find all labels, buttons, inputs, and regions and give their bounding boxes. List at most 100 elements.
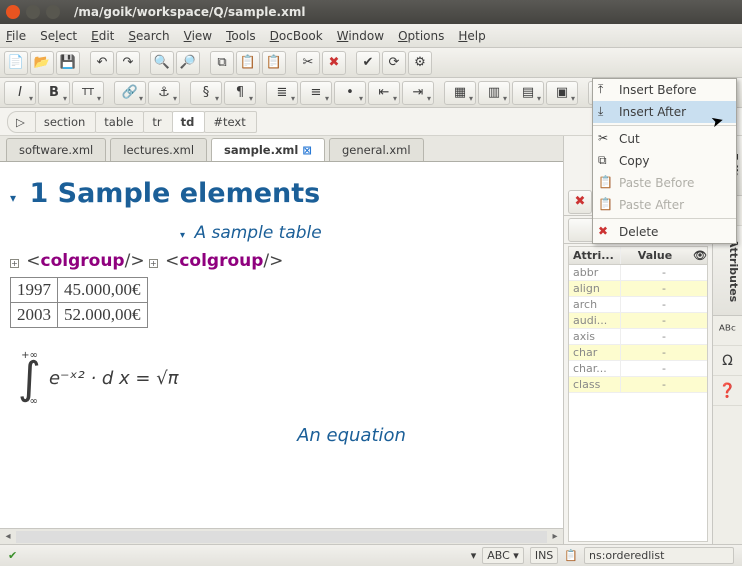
status-abc[interactable]: ABC ▾ [482, 547, 524, 564]
crumb-text[interactable]: #text [204, 111, 256, 133]
table-cell-icon[interactable]: ▣ [546, 81, 578, 105]
tabbar: software.xml lectures.xml sample.xml⊠ ge… [0, 136, 563, 162]
new-file-icon[interactable]: 📄 [4, 51, 28, 75]
bold-button[interactable]: B [38, 81, 70, 105]
crumb-table[interactable]: table [95, 111, 144, 133]
status-ins[interactable]: INS [530, 547, 558, 564]
attr-row[interactable]: arch- [569, 297, 707, 313]
para-icon[interactable]: ¶ [224, 81, 256, 105]
outdent-icon[interactable]: ⇤ [368, 81, 400, 105]
ctx-delete[interactable]: ✖Delete [593, 221, 736, 243]
paste-icon[interactable]: 📋 [236, 51, 260, 75]
crumb-section[interactable]: section [35, 111, 96, 133]
menu-select[interactable]: Select [40, 29, 77, 43]
eye-icon[interactable]: 👁 [689, 247, 707, 264]
menu-options[interactable]: Options [398, 29, 444, 43]
menu-docbook[interactable]: DocBook [270, 29, 323, 43]
search-replace-icon[interactable]: 🔎 [176, 51, 200, 75]
tab-lectures[interactable]: lectures.xml [110, 138, 207, 161]
section-icon[interactable]: § [190, 81, 222, 105]
ctx-paste-after: 📋Paste After [593, 194, 736, 216]
remove-attr-icon[interactable]: ✖ [568, 190, 592, 214]
refresh-icon[interactable]: ⟳ [382, 51, 406, 75]
open-folder-icon[interactable]: 📂 [30, 51, 54, 75]
document-view[interactable]: ▾ 1 Sample elements ▾ A sample table + <… [0, 162, 563, 528]
attr-row[interactable]: char- [569, 345, 707, 361]
undo-icon[interactable]: ↶ [90, 51, 114, 75]
expand-icon[interactable]: + [149, 259, 158, 268]
collapse-icon[interactable]: ▾ [180, 230, 185, 241]
breadcrumb-root-icon[interactable]: ▷ [7, 111, 36, 133]
side-omega-icon[interactable]: Ω [713, 346, 742, 376]
status-ns[interactable]: ns:orderedlist [584, 547, 734, 564]
menu-edit[interactable]: Edit [91, 29, 114, 43]
paste-special-icon[interactable]: 📋 [262, 51, 286, 75]
table-row: 199745.000,00€ [11, 278, 148, 303]
status-ok-icon: ✔ [8, 549, 17, 562]
attr-row[interactable]: align- [569, 281, 707, 297]
cut-element-icon[interactable]: ✂ [296, 51, 320, 75]
menu-view[interactable]: View [184, 29, 212, 43]
tab-close-icon[interactable]: ⊠ [302, 143, 312, 157]
attr-row[interactable]: char...- [569, 361, 707, 377]
ctx-sep-2 [593, 218, 736, 219]
indent-icon[interactable]: ⇥ [402, 81, 434, 105]
sample-table[interactable]: 199745.000,00€ 200352.000,00€ [10, 277, 148, 328]
validate-icon[interactable]: ✔ [356, 51, 380, 75]
h-scrollbar[interactable]: ◂ ▸ [0, 528, 563, 544]
copy-icon[interactable]: ⧉ [210, 51, 234, 75]
attr-row[interactable]: class- [569, 377, 707, 393]
ctx-insert-before[interactable]: ⤒Insert Before [593, 79, 736, 101]
transform-icon[interactable]: ⚙ [408, 51, 432, 75]
menu-search[interactable]: Search [128, 29, 169, 43]
table-row: 200352.000,00€ [11, 303, 148, 328]
attribute-table: Attri... Value 👁 abbr-align-arch-audi...… [568, 246, 708, 542]
table-icon[interactable]: ▦ [444, 81, 476, 105]
scroll-left-icon[interactable]: ◂ [0, 531, 16, 542]
tab-general[interactable]: general.xml [329, 138, 424, 161]
equation: +∞ ∫ −∞ e⁻ˣ² · d x = √π [10, 340, 553, 413]
attr-row[interactable]: axis- [569, 329, 707, 345]
insert-after-icon: ⤓ [598, 104, 603, 119]
scroll-right-icon[interactable]: ▸ [547, 531, 563, 542]
tab-software[interactable]: software.xml [6, 138, 106, 161]
menu-help[interactable]: Help [458, 29, 485, 43]
crumb-tr[interactable]: tr [143, 111, 172, 133]
redo-icon[interactable]: ↷ [116, 51, 140, 75]
table-title: ▾ A sample table [180, 223, 553, 243]
tab-sample[interactable]: sample.xml⊠ [211, 138, 325, 161]
list-ul-icon[interactable]: ≣ [266, 81, 298, 105]
equation-caption: An equation [150, 425, 553, 446]
anchor-icon[interactable]: ⚓ [148, 81, 180, 105]
table-row-icon[interactable]: ▤ [512, 81, 544, 105]
copy-icon: ⧉ [598, 153, 607, 168]
ctx-copy[interactable]: ⧉Copy [593, 150, 736, 172]
table-col-icon[interactable]: ▥ [478, 81, 510, 105]
save-icon[interactable]: 💾 [56, 51, 80, 75]
ctx-cut[interactable]: ✂Cut [593, 128, 736, 150]
expand-icon[interactable]: + [10, 259, 19, 268]
window-close-icon[interactable] [6, 5, 20, 19]
side-abc-icon[interactable]: ᴬᴮᶜ [713, 316, 742, 346]
menu-file[interactable]: File [6, 29, 26, 43]
attr-row[interactable]: audi...- [569, 313, 707, 329]
window-minimize-icon[interactable] [26, 5, 40, 19]
search-icon[interactable]: 🔍 [150, 51, 174, 75]
titlebar: /ma/goik/workspace/Q/sample.xml [0, 0, 742, 24]
delete-icon: ✖ [598, 224, 608, 238]
link-icon[interactable]: 🔗 [114, 81, 146, 105]
menu-tools[interactable]: Tools [226, 29, 256, 43]
menu-window[interactable]: Window [337, 29, 384, 43]
list-item-icon[interactable]: • [334, 81, 366, 105]
collapse-icon[interactable]: ▾ [10, 191, 16, 205]
ctx-paste-before: 📋Paste Before [593, 172, 736, 194]
crumb-td[interactable]: td [172, 111, 206, 133]
window-maximize-icon[interactable] [46, 5, 60, 19]
text-style-button[interactable]: TT [72, 81, 104, 105]
delete-icon[interactable]: ✖ [322, 51, 346, 75]
italic-button[interactable]: I [4, 81, 36, 105]
attr-row[interactable]: abbr- [569, 265, 707, 281]
side-help-icon[interactable]: ❓ [713, 376, 742, 406]
status-down-icon[interactable]: ▾ [471, 549, 477, 562]
list-ol-icon[interactable]: ≡ [300, 81, 332, 105]
